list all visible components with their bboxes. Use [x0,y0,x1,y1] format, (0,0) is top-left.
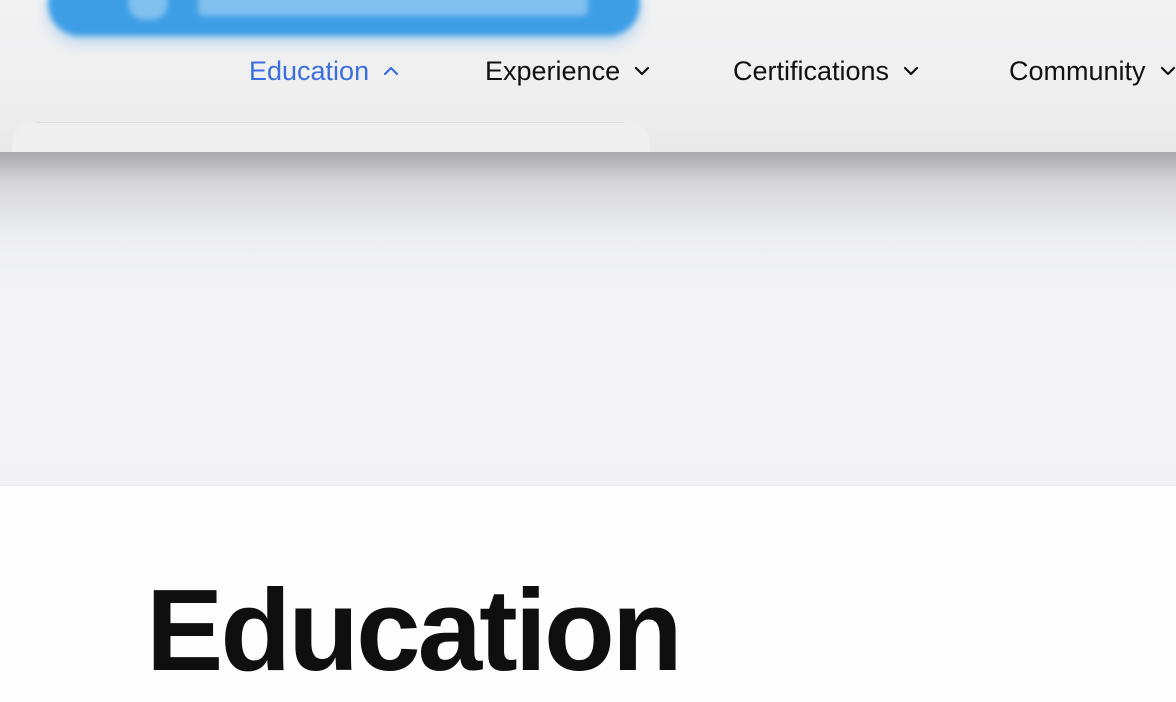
cta-icon [128,0,168,20]
dropdown-divider [36,122,624,123]
nav-item-experience[interactable]: Experience [485,48,650,94]
main-nav: Education Experience Certifications Comm… [0,48,1176,94]
nav-item-label: Community [1009,55,1146,86]
cta-label-blurred [198,0,588,16]
nav-item-community[interactable]: Community [1009,48,1176,94]
nav-item-education[interactable]: Education [249,48,399,94]
education-dropdown-panel [12,122,650,152]
chevron-down-icon [1160,63,1176,79]
site-header: Education Experience Certifications Comm… [0,0,1176,153]
blurred-cta-button[interactable] [48,0,640,36]
hero-band [0,152,1176,486]
page-title: Education [146,565,683,695]
chevron-down-icon [634,63,650,79]
page: Education Experience Certifications Comm… [0,0,1176,702]
chevron-up-icon [383,63,399,79]
nav-item-label: Certifications [733,55,890,86]
nav-item-label: Education [249,55,370,86]
nav-item-certifications[interactable]: Certifications [733,48,919,94]
chevron-down-icon [903,63,919,79]
nav-item-label: Experience [485,55,621,86]
main-content: Education [0,486,1176,702]
